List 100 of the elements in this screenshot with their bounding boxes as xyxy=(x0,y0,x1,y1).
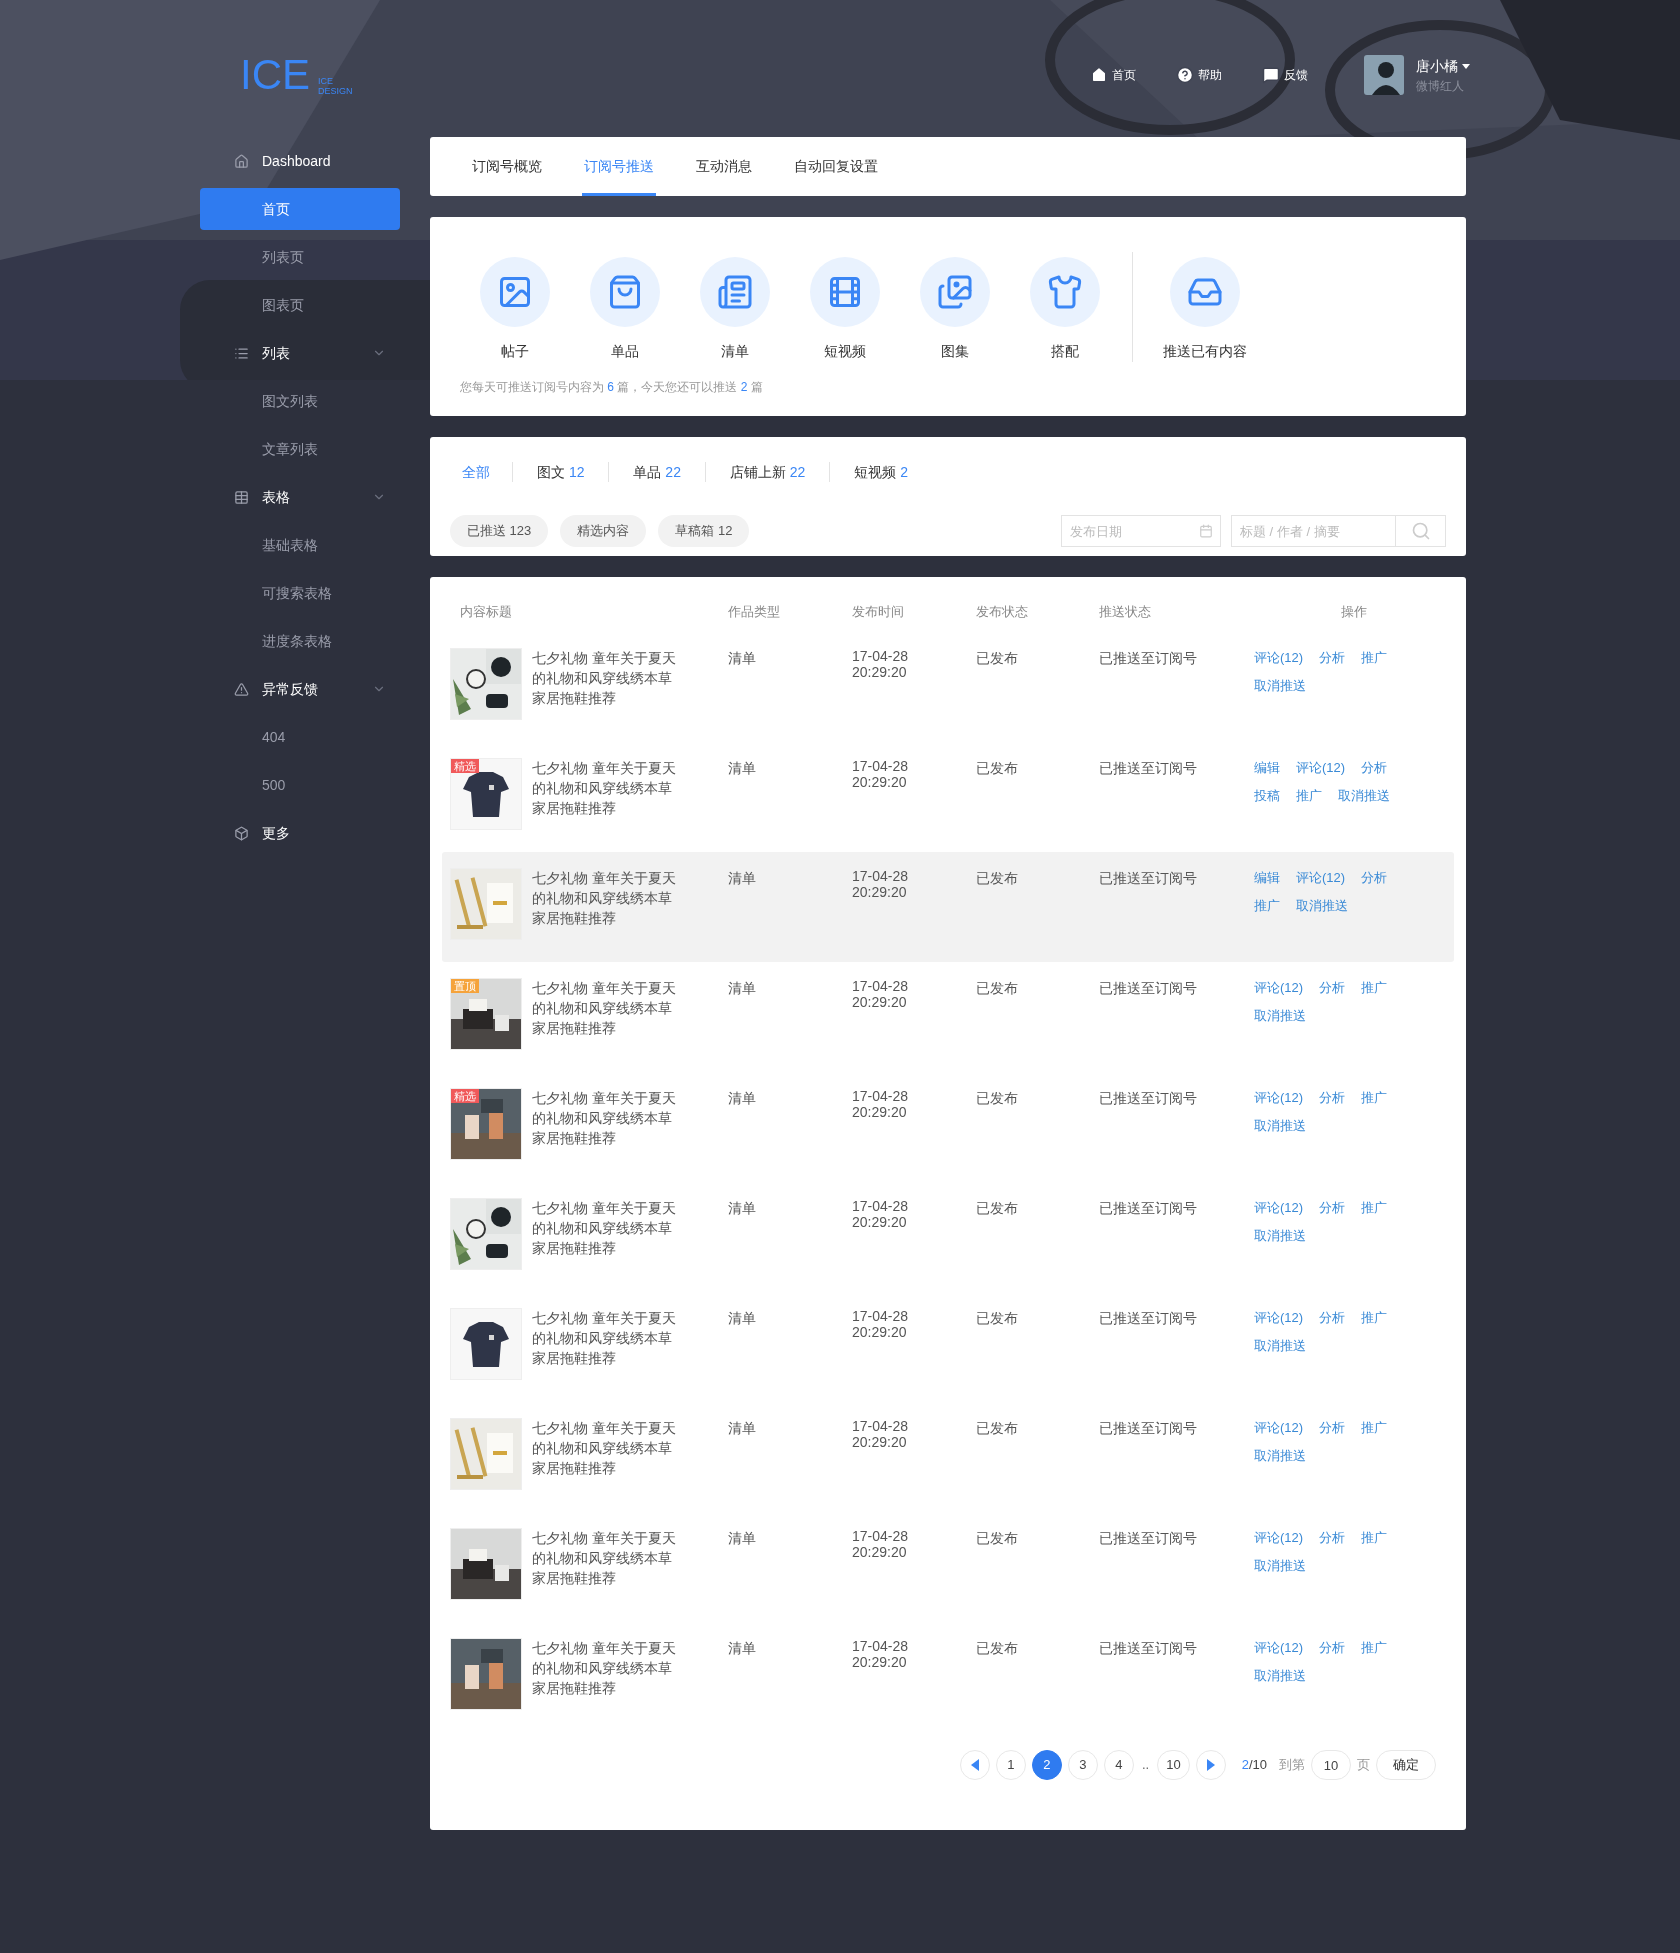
action-link[interactable]: 分析 xyxy=(1361,758,1388,778)
action-link[interactable]: 评论(12) xyxy=(1296,868,1346,888)
action-link[interactable]: 取消推送 xyxy=(1254,1006,1306,1026)
page-button[interactable]: 10 xyxy=(1157,1750,1190,1780)
table-row[interactable]: 七夕礼物 童年关于夏天的礼物和风穿线绣本草家居拖鞋推荐 清单 17-04-28 20:29:20 已发布 已推送至订阅号 评论(12) 分析 推广 取消推送 xyxy=(442,1182,1454,1292)
sidebar-item[interactable]: 404 xyxy=(200,713,400,761)
action-link[interactable]: 投稿 xyxy=(1254,786,1280,806)
table-row[interactable]: 七夕礼物 童年关于夏天的礼物和风穿线绣本草家居拖鞋推荐 清单 17-04-28 20:29:20 已发布 已推送至订阅号 评论(12) 分析 推广 取消推送 xyxy=(442,1402,1454,1512)
action-link[interactable]: 分析 xyxy=(1319,1198,1346,1218)
action-link[interactable]: 评论(12) xyxy=(1254,1418,1304,1438)
action-link[interactable]: 推广 xyxy=(1361,1418,1388,1438)
sidebar-item[interactable]: 图文列表 xyxy=(200,377,400,425)
create-button[interactable]: 单品 xyxy=(570,257,680,362)
action-link[interactable]: 取消推送 xyxy=(1254,1556,1306,1576)
action-link[interactable]: 分析 xyxy=(1319,1088,1346,1108)
create-button[interactable]: 短视频 xyxy=(790,257,900,362)
table-row[interactable]: 精选 七夕礼物 童年关于夏天的礼物和风穿线绣本草家居拖鞋推荐 清单 17-04-28 20:29:20 已发布 已推送至订阅号 编辑 评论(12) 分析 投稿 推广 取消推送 xyxy=(442,742,1454,852)
action-link[interactable]: 分析 xyxy=(1319,1418,1346,1438)
table-row[interactable]: 七夕礼物 童年关于夏天的礼物和风穿线绣本草家居拖鞋推荐 清单 17-04-28 20:29:20 已发布 已推送至订阅号 编辑 评论(12) 分析 推广 取消推送 xyxy=(442,852,1454,962)
tab[interactable]: 订阅号概览 xyxy=(470,137,544,196)
filter-chip[interactable]: 草稿箱 12 xyxy=(658,515,750,547)
sidebar-item[interactable]: 首页 xyxy=(200,188,400,230)
action-link[interactable]: 取消推送 xyxy=(1254,1116,1306,1136)
sidebar-item[interactable]: 图表页 xyxy=(200,281,400,329)
action-link[interactable]: 推广 xyxy=(1361,648,1388,668)
sidebar-item[interactable]: 进度条表格 xyxy=(200,617,400,665)
action-link[interactable]: 分析 xyxy=(1319,1638,1346,1658)
sidebar-item[interactable]: 文章列表 xyxy=(200,425,400,473)
action-link[interactable]: 评论(12) xyxy=(1296,758,1346,778)
sidebar-group[interactable]: Dashboard xyxy=(200,137,400,185)
action-link[interactable]: 取消推送 xyxy=(1254,676,1306,696)
table-row[interactable]: 七夕礼物 童年关于夏天的礼物和风穿线绣本草家居拖鞋推荐 清单 17-04-28 20:29:20 已发布 已推送至订阅号 评论(12) 分析 推广 取消推送 xyxy=(442,1512,1454,1622)
sidebar-item[interactable]: 可搜索表格 xyxy=(200,569,400,617)
action-link[interactable]: 分析 xyxy=(1319,648,1346,668)
table-row[interactable]: 七夕礼物 童年关于夏天的礼物和风穿线绣本草家居拖鞋推荐 清单 17-04-28 20:29:20 已发布 已推送至订阅号 评论(12) 分析 推广 取消推送 xyxy=(442,1292,1454,1402)
action-link[interactable]: 编辑 xyxy=(1254,868,1280,888)
category-filter[interactable]: 店铺上新 22 xyxy=(705,461,830,483)
category-filter[interactable]: 短视频 2 xyxy=(830,461,933,483)
sidebar-group[interactable]: 异常反馈 xyxy=(200,665,400,713)
avatar[interactable] xyxy=(1364,55,1404,95)
action-link[interactable]: 评论(12) xyxy=(1254,978,1304,998)
tab[interactable]: 互动消息 xyxy=(694,137,754,196)
action-link[interactable]: 评论(12) xyxy=(1254,1088,1304,1108)
create-button[interactable]: 清单 xyxy=(680,257,790,362)
filter-chip[interactable]: 精选内容 xyxy=(560,515,647,547)
sidebar-item[interactable]: 基础表格 xyxy=(200,521,400,569)
sidebar-item[interactable]: 500 xyxy=(200,761,400,809)
action-link[interactable]: 分析 xyxy=(1319,978,1346,998)
category-filter[interactable]: 单品 22 xyxy=(609,461,705,483)
action-link[interactable]: 评论(12) xyxy=(1254,648,1304,668)
action-link[interactable]: 评论(12) xyxy=(1254,1198,1304,1218)
action-link[interactable]: 推广 xyxy=(1361,1198,1388,1218)
category-filter[interactable]: 全部 xyxy=(450,461,502,483)
action-link[interactable]: 取消推送 xyxy=(1254,1666,1306,1686)
action-link[interactable]: 推广 xyxy=(1254,896,1280,916)
page-button[interactable]: 2 xyxy=(1032,1750,1062,1780)
action-link[interactable]: 评论(12) xyxy=(1254,1638,1304,1658)
nav-link[interactable]: 帮助 xyxy=(1176,66,1222,84)
table-row[interactable]: 精选 七夕礼物 童年关于夏天的礼物和风穿线绣本草家居拖鞋推荐 清单 17-04-28 20:29:20 已发布 已推送至订阅号 评论(12) 分析 推广 取消推送 xyxy=(442,1072,1454,1182)
page-button[interactable]: 4 xyxy=(1104,1750,1134,1780)
page-button[interactable]: 1 xyxy=(996,1750,1026,1780)
action-link[interactable]: 分析 xyxy=(1319,1528,1346,1548)
user-name[interactable]: 唐小橘 xyxy=(1416,55,1458,77)
create-button[interactable]: 图集 xyxy=(900,257,1010,362)
action-link[interactable]: 分析 xyxy=(1319,1308,1346,1328)
action-link[interactable]: 评论(12) xyxy=(1254,1528,1304,1548)
action-link[interactable]: 推广 xyxy=(1361,1528,1388,1548)
action-link[interactable]: 取消推送 xyxy=(1254,1446,1306,1466)
sidebar-group[interactable]: 更多 xyxy=(200,809,400,857)
action-link[interactable]: 推广 xyxy=(1296,786,1322,806)
table-row[interactable]: 七夕礼物 童年关于夏天的礼物和风穿线绣本草家居拖鞋推荐 清单 17-04-28 20:29:20 已发布 已推送至订阅号 评论(12) 分析 推广 取消推送 xyxy=(442,632,1454,742)
table-row[interactable]: 置顶 七夕礼物 童年关于夏天的礼物和风穿线绣本草家居拖鞋推荐 清单 17-04-28 20:29:20 已发布 已推送至订阅号 评论(12) 分析 推广 取消推送 xyxy=(442,962,1454,1072)
push-existing-button[interactable]: 推送已有内容 xyxy=(1145,257,1265,362)
nav-link[interactable]: 反馈 xyxy=(1262,66,1308,84)
action-link[interactable]: 取消推送 xyxy=(1296,896,1348,916)
action-link[interactable]: 评论(12) xyxy=(1254,1308,1304,1328)
action-link[interactable]: 取消推送 xyxy=(1254,1226,1306,1246)
tab[interactable]: 订阅号推送 xyxy=(582,137,656,196)
category-filter[interactable]: 图文 12 xyxy=(513,461,609,483)
action-link[interactable]: 推广 xyxy=(1361,978,1388,998)
action-link[interactable]: 取消推送 xyxy=(1254,1336,1306,1356)
create-button[interactable]: 搭配 xyxy=(1010,257,1120,362)
sidebar-item[interactable]: 列表页 xyxy=(200,233,400,281)
action-link[interactable]: 分析 xyxy=(1361,868,1388,888)
page-button[interactable]: 3 xyxy=(1068,1750,1098,1780)
tab[interactable]: 自动回复设置 xyxy=(792,137,880,196)
sidebar-group[interactable]: 表格 xyxy=(200,473,400,521)
sidebar-group[interactable]: 列表 xyxy=(200,329,400,377)
date-field[interactable]: 发布日期 xyxy=(1061,515,1221,547)
filter-chip[interactable]: 已推送 123 xyxy=(450,515,549,547)
action-link[interactable]: 取消推送 xyxy=(1338,786,1390,806)
action-link[interactable]: 推广 xyxy=(1361,1308,1388,1328)
table-row[interactable]: 七夕礼物 童年关于夏天的礼物和风穿线绣本草家居拖鞋推荐 清单 17-04-28 20:29:20 已发布 已推送至订阅号 评论(12) 分析 推广 取消推送 xyxy=(442,1622,1454,1732)
action-link[interactable]: 推广 xyxy=(1361,1638,1388,1658)
page-input[interactable]: 10 xyxy=(1311,1750,1351,1780)
nav-link[interactable]: 首页 xyxy=(1090,66,1136,84)
search-field[interactable]: 标题 / 作者 / 摘要 xyxy=(1231,515,1396,547)
action-link[interactable]: 编辑 xyxy=(1254,758,1280,778)
action-link[interactable]: 推广 xyxy=(1361,1088,1388,1108)
create-button[interactable]: 帖子 xyxy=(460,257,570,362)
